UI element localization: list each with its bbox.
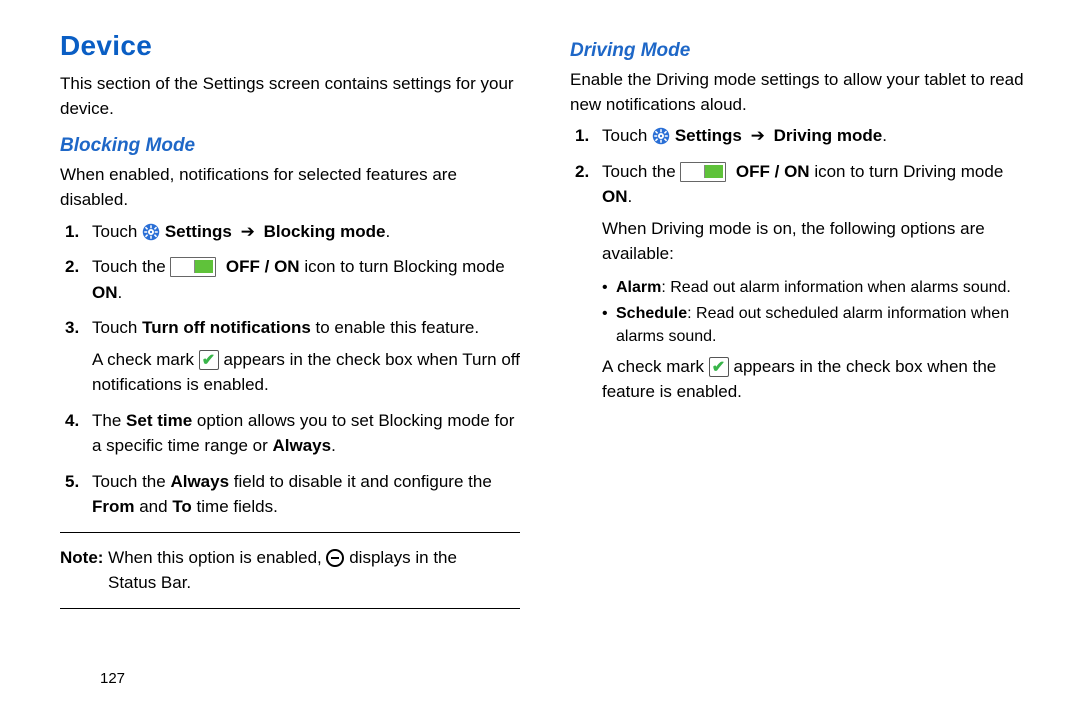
driving-option-schedule: Schedule: Read out scheduled alarm infor… [602, 303, 1030, 348]
toggle-icon [680, 162, 726, 182]
heading-driving-mode: Driving Mode [570, 40, 1030, 62]
minus-circle-icon [326, 549, 344, 567]
driving-step-2: Touch the OFF / ON icon to turn Driving … [570, 159, 1030, 267]
device-intro: This section of the Settings screen cont… [60, 72, 520, 121]
left-column: Device This section of the Settings scre… [60, 30, 520, 621]
blocking-step-3-sub: A check mark appears in the check box wh… [92, 347, 520, 398]
heading-blocking-mode: Blocking Mode [60, 135, 520, 157]
blocking-step-4: The Set time option allows you to set Bl… [60, 408, 520, 459]
blocking-step-1: Touch Settings ➔ Blocking mode. [60, 219, 520, 245]
gear-icon [652, 127, 670, 145]
checkmark-icon [199, 350, 219, 370]
blocking-step-3: Touch Turn off notifications to enable t… [60, 315, 520, 398]
blocking-steps: Touch Settings ➔ Blocking mode. Touch th… [60, 219, 520, 520]
driving-option-alarm: Alarm: Read out alarm information when a… [602, 277, 1030, 299]
driving-steps: Touch Settings ➔ Driving mode. Touch the… [570, 123, 1030, 267]
driving-intro: Enable the Driving mode settings to allo… [570, 68, 1030, 117]
page-number: 127 [100, 670, 125, 687]
divider [60, 608, 520, 609]
blocking-note: Note: When this option is enabled, displ… [60, 545, 520, 596]
toggle-icon [170, 257, 216, 277]
blocking-step-2: Touch the OFF / ON icon to turn Blocking… [60, 254, 520, 305]
driving-checkmark-note: A check mark appears in the check box wh… [602, 354, 1030, 405]
checkmark-icon [709, 357, 729, 377]
gear-icon [142, 223, 160, 241]
right-column: Driving Mode Enable the Driving mode set… [570, 30, 1030, 621]
note-line2: Status Bar. [60, 570, 520, 596]
heading-device: Device [60, 30, 520, 62]
driving-sub-available: When Driving mode is on, the following o… [602, 216, 1030, 267]
blocking-step-5: Touch the Always field to disable it and… [60, 469, 520, 520]
blocking-intro: When enabled, notifications for selected… [60, 163, 520, 212]
driving-step-1: Touch Settings ➔ Driving mode. [570, 123, 1030, 149]
driving-options: Alarm: Read out alarm information when a… [602, 277, 1030, 348]
divider [60, 532, 520, 533]
